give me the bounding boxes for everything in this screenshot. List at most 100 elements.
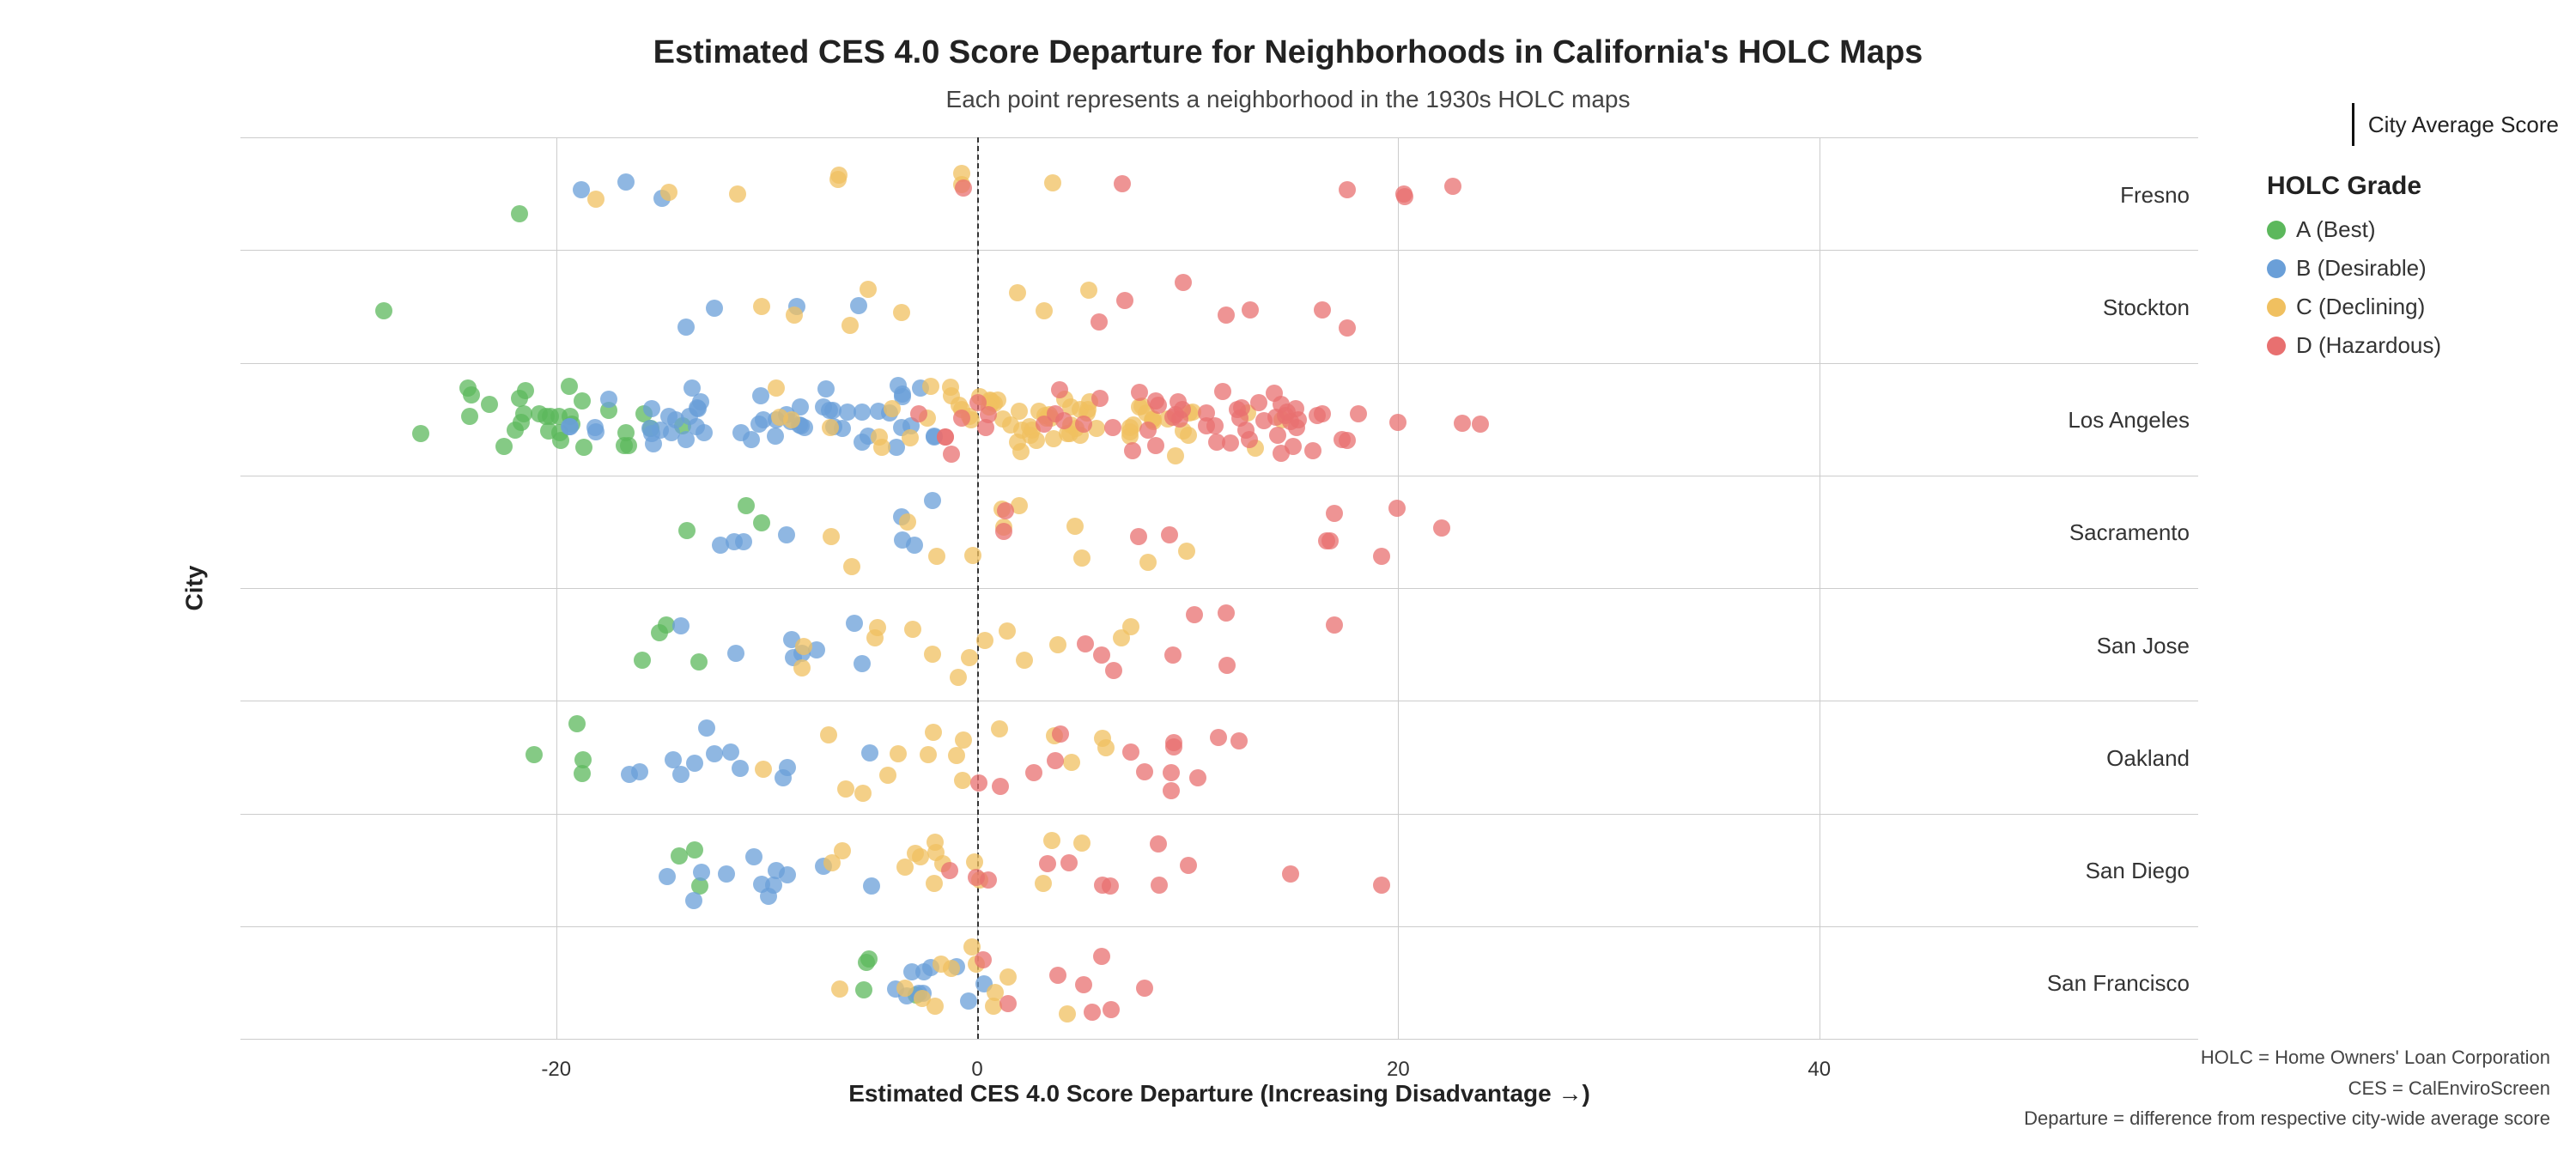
data-dot	[1285, 438, 1302, 455]
data-dot	[631, 763, 648, 780]
data-dot	[1218, 306, 1235, 324]
data-dot	[992, 778, 1009, 795]
data-dot	[672, 617, 690, 634]
city-avg-legend: City Average Score	[2352, 103, 2559, 146]
legend-item: D (Hazardous)	[2267, 332, 2559, 359]
gridline-h	[240, 250, 2198, 251]
data-dot	[1124, 442, 1141, 459]
data-dot	[927, 844, 945, 861]
gridline-v	[556, 137, 557, 1039]
data-dot	[526, 746, 543, 763]
data-dot	[755, 761, 772, 778]
data-dot	[1036, 302, 1053, 319]
data-dot	[779, 759, 796, 776]
data-dot	[899, 513, 916, 531]
data-dot	[793, 659, 811, 677]
data-dot	[1016, 652, 1033, 669]
chart-title: Estimated CES 4.0 Score Departure for Ne…	[0, 34, 2576, 71]
data-dot	[950, 669, 967, 686]
data-dot	[600, 391, 617, 408]
data-dot	[822, 419, 839, 436]
data-dot	[481, 396, 498, 413]
data-dot	[786, 306, 803, 324]
data-dot	[1350, 405, 1367, 422]
data-dot	[511, 205, 528, 222]
data-dot	[1103, 1001, 1120, 1018]
footnote-line: HOLC = Home Owners' Loan Corporation	[2024, 1042, 2550, 1072]
legend-dot	[2267, 337, 2286, 355]
data-dot	[795, 638, 812, 655]
data-dot	[1097, 739, 1115, 756]
data-dot	[860, 281, 877, 298]
footnote-line: CES = CalEnviroScreen	[2024, 1073, 2550, 1103]
legend-item: C (Declining)	[2267, 294, 2559, 320]
data-dot	[1073, 834, 1091, 852]
data-dot	[1237, 422, 1255, 439]
data-dot	[970, 774, 987, 792]
data-dot	[943, 960, 960, 977]
data-dot	[1218, 657, 1236, 674]
gridline-h	[240, 1039, 2198, 1040]
data-dot	[854, 785, 872, 802]
data-dot	[1105, 662, 1122, 679]
data-dot	[1080, 282, 1097, 299]
data-dot	[660, 408, 677, 425]
data-dot	[1052, 725, 1069, 743]
city-label: Fresno	[2120, 182, 2190, 209]
data-dot	[937, 428, 954, 446]
data-dot	[1339, 181, 1356, 198]
data-dot	[574, 392, 591, 410]
data-dot	[634, 652, 651, 669]
data-dot	[586, 419, 604, 436]
data-dot	[461, 408, 478, 425]
data-dot	[660, 184, 677, 201]
gridline-h	[240, 588, 2198, 589]
data-dot	[698, 719, 715, 737]
data-dot	[412, 425, 429, 442]
data-dot	[1189, 769, 1206, 786]
data-dot	[511, 390, 528, 407]
data-dot	[690, 653, 708, 671]
data-dot	[1388, 500, 1406, 517]
data-dot	[1045, 430, 1062, 447]
data-dot	[1321, 532, 1339, 549]
data-dot	[768, 379, 785, 397]
data-dot	[1075, 976, 1092, 993]
data-dot	[922, 378, 939, 395]
data-dot	[941, 862, 958, 879]
data-dot	[943, 446, 960, 463]
city-label: San Francisco	[2047, 970, 2190, 997]
gridline-v	[1398, 137, 1399, 1039]
data-dot	[871, 428, 888, 446]
data-dot	[925, 724, 942, 741]
data-dot	[839, 404, 856, 421]
data-dot	[894, 385, 911, 403]
data-dot	[718, 865, 735, 883]
data-dot	[686, 841, 703, 859]
data-dot	[1230, 732, 1248, 749]
data-dot	[1139, 554, 1157, 571]
data-dot	[587, 191, 605, 208]
city-avg-line-icon	[2352, 103, 2354, 146]
data-dot	[732, 424, 750, 441]
legend-item: A (Best)	[2267, 216, 2559, 243]
data-dot	[1104, 419, 1121, 436]
data-dot	[1214, 383, 1231, 400]
data-dot	[1049, 967, 1066, 984]
data-dot	[1075, 416, 1092, 433]
data-dot	[706, 300, 723, 317]
data-dot	[1222, 434, 1239, 452]
footnote: HOLC = Home Owners' Loan CorporationCES …	[2024, 1042, 2550, 1133]
data-dot	[823, 528, 840, 545]
data-dot	[1277, 407, 1294, 424]
data-dot	[1114, 175, 1131, 192]
data-dot	[1309, 407, 1326, 424]
data-dot	[823, 854, 841, 871]
legend-item-label: B (Desirable)	[2296, 255, 2427, 282]
data-dot	[955, 179, 972, 197]
data-dot	[722, 743, 739, 761]
data-dot	[1060, 854, 1078, 871]
legend-item-label: C (Declining)	[2296, 294, 2425, 320]
data-dot	[1163, 764, 1180, 781]
data-dot	[955, 731, 972, 749]
